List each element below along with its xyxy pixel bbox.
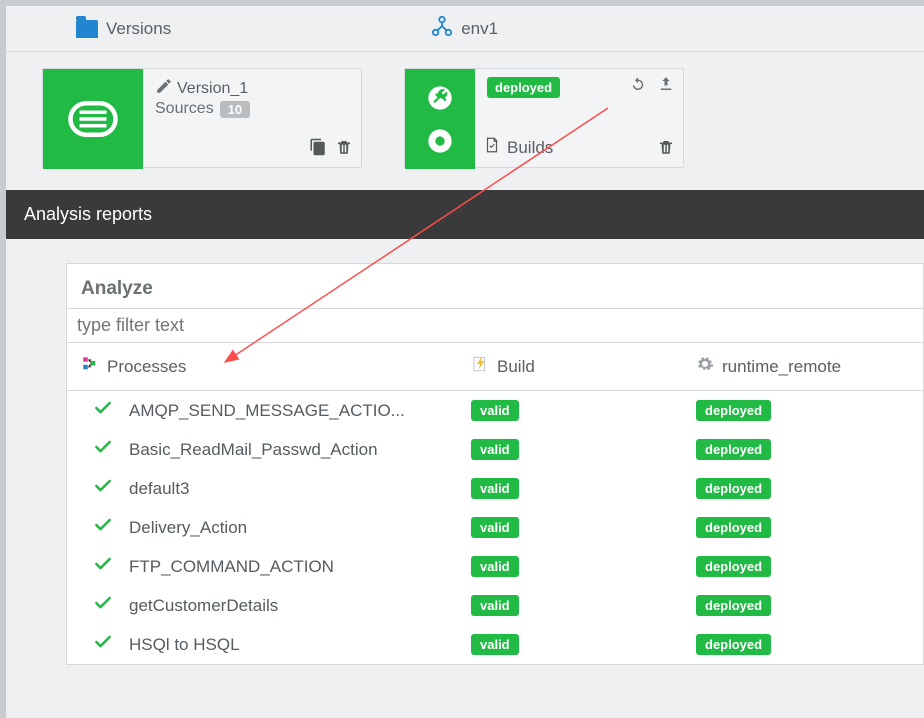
env-icon <box>431 15 453 42</box>
runtime-status: deployed <box>696 556 771 577</box>
folder-icon <box>76 20 98 38</box>
table-header: Processes Build runtime_remote <box>67 343 923 391</box>
build-status: valid <box>471 595 519 616</box>
build-status: valid <box>471 400 519 421</box>
section-title: Analysis reports <box>24 204 152 224</box>
build-icon <box>471 355 489 378</box>
analyze-title: Analyze <box>67 264 923 308</box>
build-status: valid <box>471 478 519 499</box>
builds-label: Builds <box>507 138 553 158</box>
col-build[interactable]: Build <box>497 357 535 377</box>
section-header: Analysis reports <box>6 190 924 239</box>
copy-icon[interactable] <box>309 138 327 161</box>
process-name: HSQl to HSQL <box>129 635 240 655</box>
runtime-status: deployed <box>696 634 771 655</box>
table-row[interactable]: default3 valid deployed <box>67 469 923 508</box>
table-row[interactable]: Delivery_Action valid deployed <box>67 508 923 547</box>
tab-env1[interactable]: env1 <box>431 15 498 42</box>
runtime-status: deployed <box>696 439 771 460</box>
breadcrumb-tabs: Versions env1 <box>6 6 924 52</box>
tab-env1-label: env1 <box>461 19 498 39</box>
table-row[interactable]: Basic_ReadMail_Passwd_Action valid deploye… <box>67 430 923 469</box>
build-status: valid <box>471 556 519 577</box>
check-icon <box>93 437 113 462</box>
col-processes[interactable]: Processes <box>107 357 186 377</box>
refresh-icon[interactable] <box>629 75 647 98</box>
env-card[interactable]: deployed Builds <box>404 68 684 168</box>
upload-icon[interactable] <box>657 75 675 98</box>
check-icon <box>93 476 113 501</box>
server-icon <box>43 69 143 169</box>
tab-versions[interactable]: Versions <box>76 19 171 39</box>
table-row[interactable]: getCustomerDetails valid deployed <box>67 586 923 625</box>
runtime-status: deployed <box>696 517 771 538</box>
processes-icon <box>81 355 99 378</box>
status-badge: deployed <box>487 77 560 98</box>
cards-row: Version_1 Sources 10 <box>6 52 924 168</box>
gear-icon <box>696 355 714 378</box>
sources-count: 10 <box>220 101 250 118</box>
process-name: getCustomerDetails <box>129 596 278 616</box>
runtime-status: deployed <box>696 400 771 421</box>
table-row[interactable]: HSQl to HSQL valid deployed <box>67 625 923 664</box>
runtime-status: deployed <box>696 595 771 616</box>
process-name: default3 <box>129 479 190 499</box>
process-name: FTP_COMMAND_ACTION <box>129 557 334 577</box>
sources-label: Sources <box>155 100 214 118</box>
build-status: valid <box>471 634 519 655</box>
check-icon <box>93 554 113 579</box>
build-status: valid <box>471 517 519 538</box>
trash-icon[interactable] <box>335 138 353 161</box>
check-icon <box>93 398 113 423</box>
edit-icon[interactable] <box>155 77 173 100</box>
process-name: Delivery_Action <box>129 518 247 538</box>
tools-icon <box>405 69 475 169</box>
tab-versions-label: Versions <box>106 19 171 39</box>
filter-input[interactable] <box>67 309 923 342</box>
builds-icon <box>483 136 501 159</box>
analyze-panel: Analyze Processes Build runtime_ <box>66 263 924 665</box>
table-row[interactable]: FTP_COMMAND_ACTION valid deployed <box>67 547 923 586</box>
check-icon <box>93 515 113 540</box>
check-icon <box>93 632 113 657</box>
process-name: AMQP_SEND_MESSAGE_ACTIO... <box>129 401 405 421</box>
trash-icon[interactable] <box>657 138 675 161</box>
table-row[interactable]: AMQP_SEND_MESSAGE_ACTIO... valid deployed <box>67 391 923 430</box>
check-icon <box>93 593 113 618</box>
col-runtime[interactable]: runtime_remote <box>722 357 841 377</box>
version-card[interactable]: Version_1 Sources 10 <box>42 68 362 168</box>
version-title: Version_1 <box>177 80 248 98</box>
process-name: Basic_ReadMail_Passwd_Action <box>129 440 378 460</box>
runtime-status: deployed <box>696 478 771 499</box>
build-status: valid <box>471 439 519 460</box>
